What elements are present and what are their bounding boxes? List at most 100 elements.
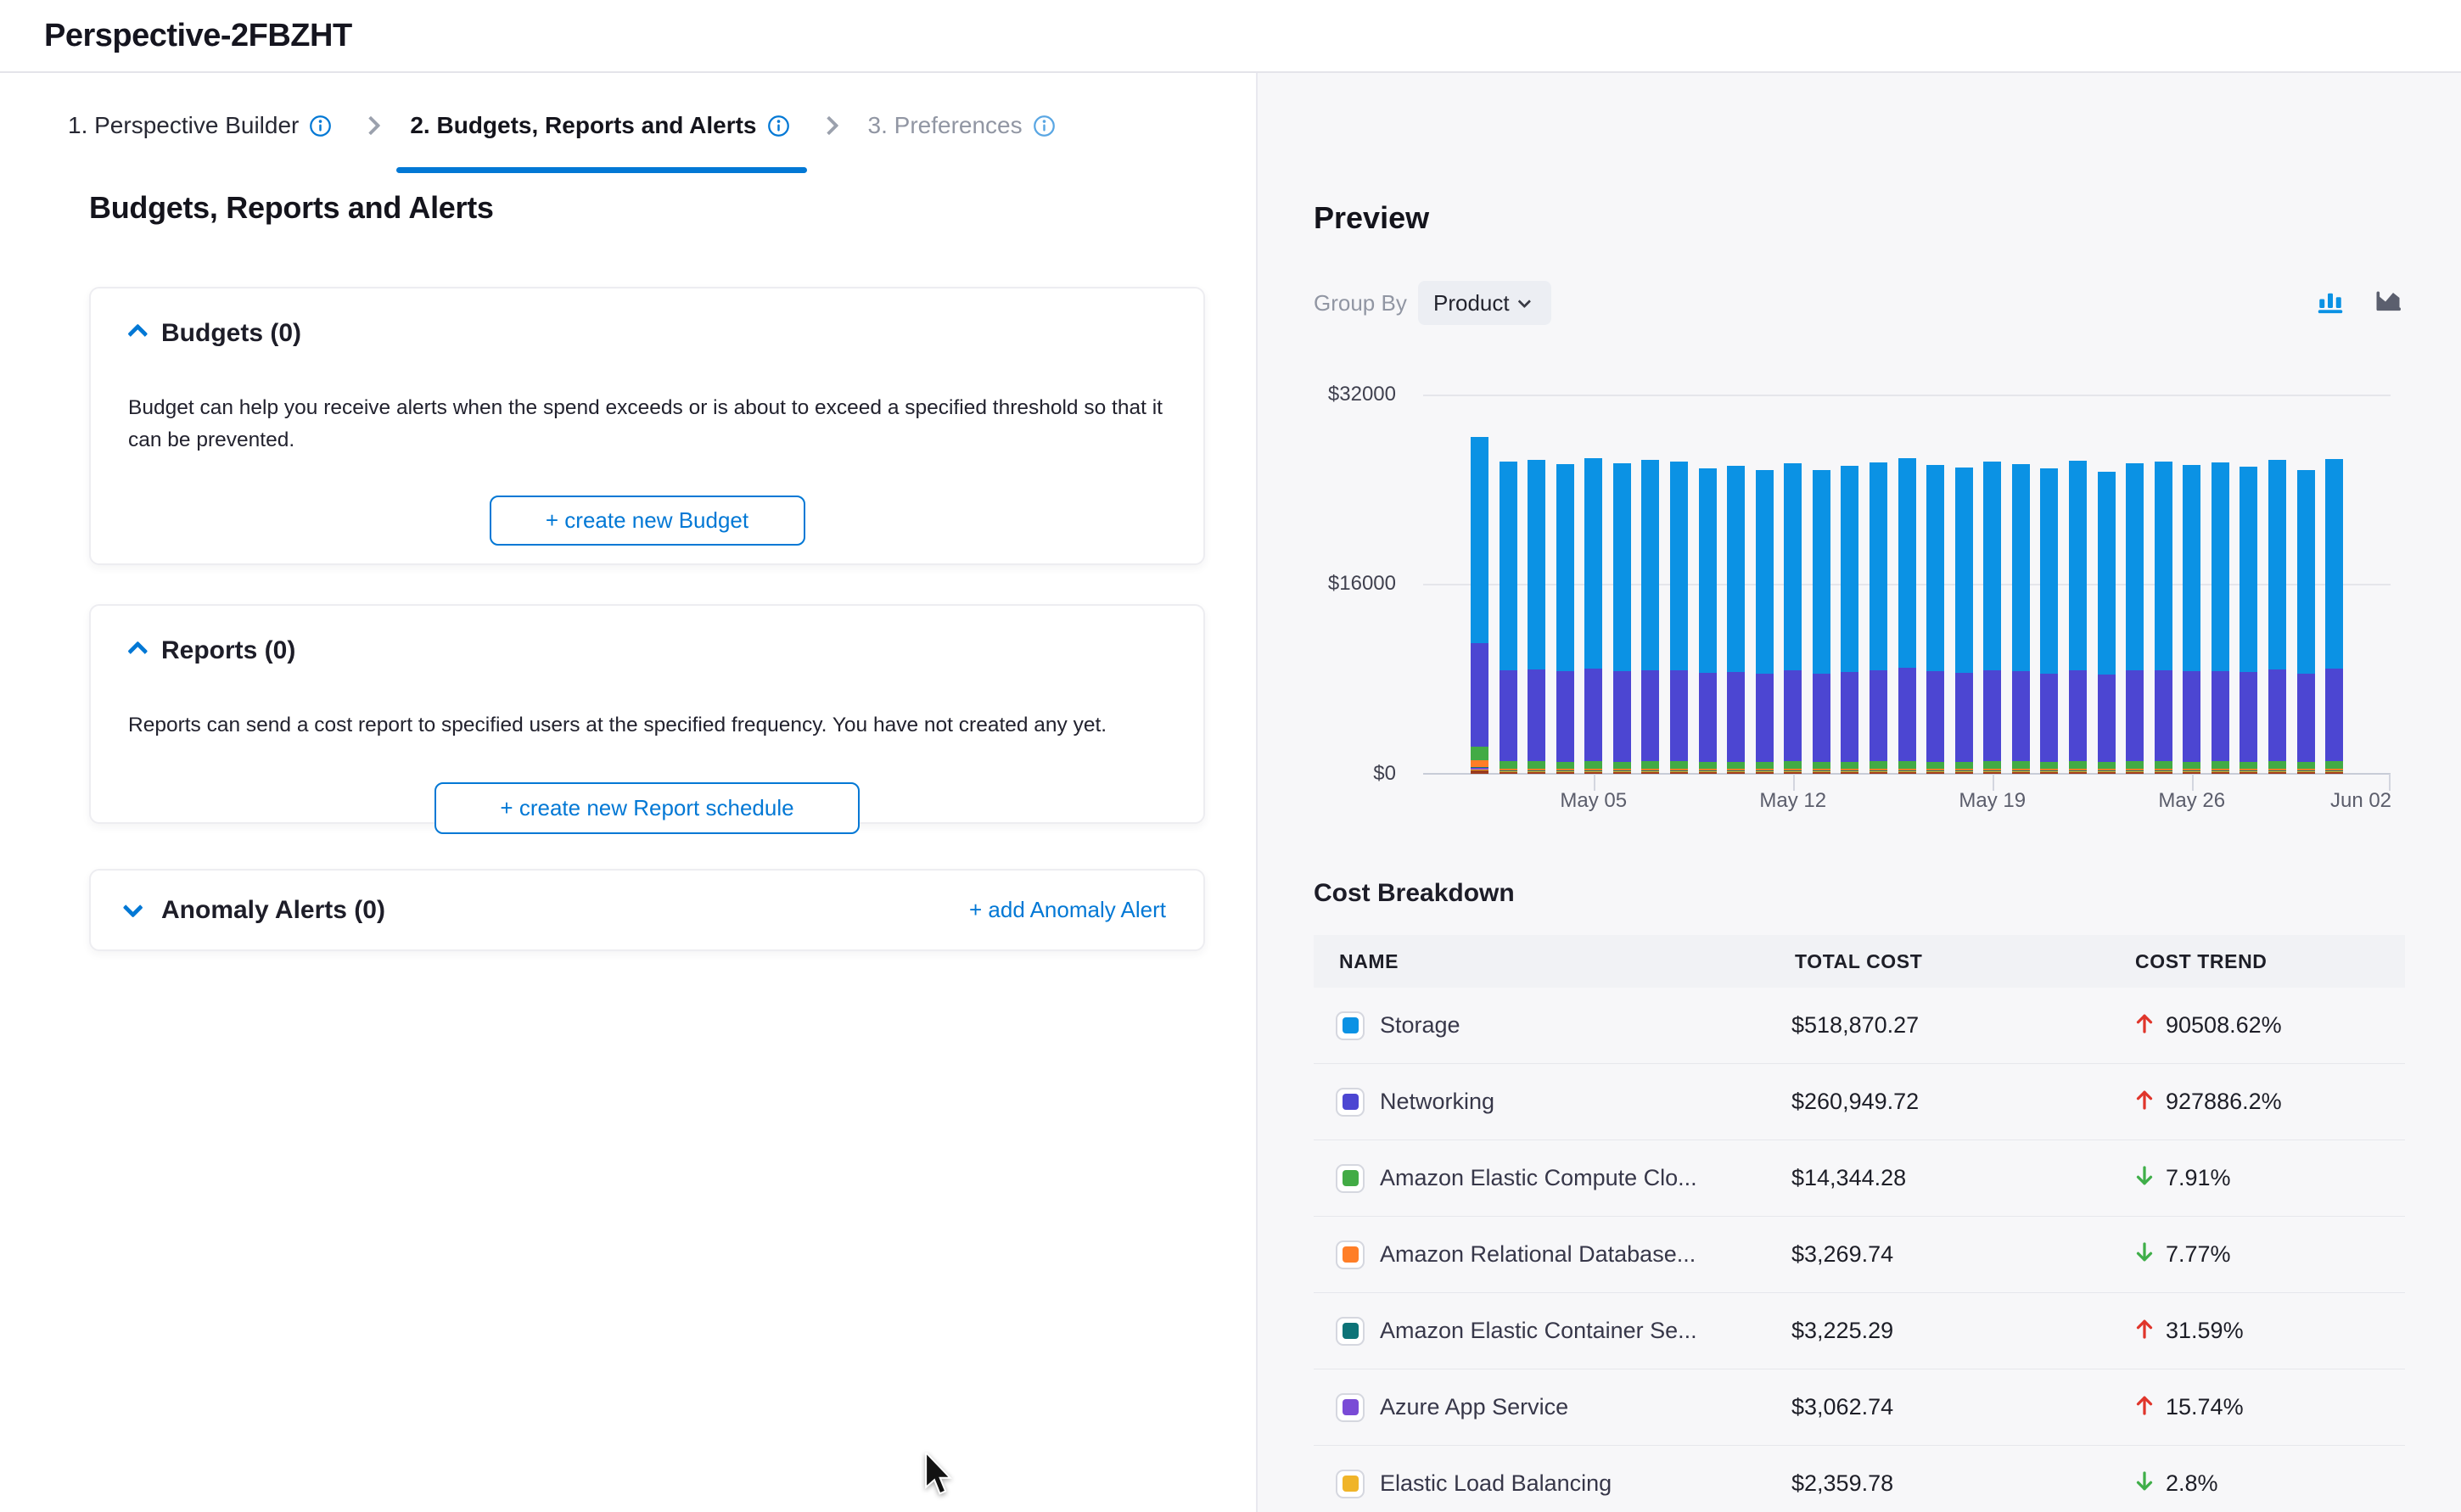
chart-bar[interactable] (2069, 461, 2087, 774)
stacked-bar-chart: May 05May 12May 19May 26Jun 02 (1423, 395, 2391, 774)
bar-segment (1471, 437, 1488, 643)
active-tab-underline (396, 167, 806, 173)
chart-bar[interactable] (1471, 437, 1488, 774)
table-row[interactable]: Amazon Elastic Compute Clo... $14,344.28… (1314, 1140, 2405, 1217)
bar-segment (1983, 670, 2001, 762)
y-axis-label-32000: $32000 (1294, 383, 1396, 406)
chart-bar[interactable] (1784, 463, 1802, 774)
bar-segment (1756, 772, 1774, 774)
x-axis-label: Jun 02 (2293, 789, 2429, 813)
bar-segment (1841, 672, 1858, 762)
bar-segment (1528, 460, 1545, 669)
bar-segment (1870, 761, 1887, 769)
bar-segment (1500, 462, 1517, 670)
chart-bar[interactable] (1955, 468, 1973, 774)
bar-segment (2268, 669, 2286, 761)
chart-bar[interactable] (1870, 462, 1887, 774)
collapse-chevron-up-icon[interactable] (127, 641, 148, 661)
chart-bar[interactable] (1841, 466, 1858, 774)
chart-bar[interactable] (1727, 466, 1745, 774)
table-row[interactable]: Networking $260,949.72 927886.2% (1314, 1064, 2405, 1140)
chart-bar[interactable] (2012, 464, 2030, 774)
chart-bar[interactable] (1926, 465, 1944, 774)
chevron-down-icon (1517, 294, 1531, 308)
trend-percent: 90508.62% (2166, 1012, 2282, 1039)
table-row[interactable]: Storage $518,870.27 90508.62% (1314, 988, 2405, 1064)
bar-segment (2325, 669, 2343, 761)
product-name: Elastic Load Balancing (1380, 1470, 1612, 1497)
bar-segment (1870, 462, 1887, 670)
create-report-button[interactable]: + create new Report schedule (434, 782, 860, 834)
table-row[interactable]: Amazon Elastic Container Se... $3,225.29… (1314, 1293, 2405, 1369)
product-name: Amazon Elastic Container Se... (1380, 1318, 1697, 1344)
bar-segment (2212, 772, 2229, 774)
chart-bar[interactable] (1813, 470, 1830, 774)
chart-bar[interactable] (2183, 465, 2200, 774)
chart-bar[interactable] (2126, 463, 2144, 774)
table-row[interactable]: Amazon Relational Database... $3,269.74 … (1314, 1217, 2405, 1293)
tab-preferences[interactable]: 3. Preferences (868, 112, 1056, 139)
chart-bar[interactable] (1528, 460, 1545, 774)
chart-bar[interactable] (1613, 463, 1631, 774)
cost-trend-value: 7.91% (2132, 1163, 2405, 1193)
collapse-chevron-up-icon[interactable] (127, 323, 148, 344)
chart-bar[interactable] (2212, 462, 2229, 774)
mouse-cursor (922, 1453, 956, 1497)
trend-arrow-icon (2132, 1163, 2157, 1193)
chart-bar[interactable] (1641, 460, 1659, 774)
column-chart-icon[interactable] (2313, 283, 2347, 317)
chart-bar[interactable] (2098, 472, 2116, 774)
chart-bar[interactable] (1584, 458, 1602, 774)
trend-arrow-icon (2132, 1392, 2157, 1422)
tab-budgets-reports-alerts[interactable]: 2. Budgets, Reports and Alerts (410, 112, 789, 139)
budgets-card-title[interactable]: Budgets (0) (161, 319, 301, 348)
total-cost-value: $2,359.78 (1791, 1470, 2132, 1497)
trend-arrow-icon (2132, 1316, 2157, 1346)
chevron-right-icon (362, 116, 381, 136)
bar-segment (2325, 761, 2343, 769)
bar-segment (2325, 772, 2343, 774)
chart-bar[interactable] (1670, 462, 1688, 774)
chart-bar[interactable] (2325, 459, 2343, 774)
chart-bar[interactable] (1556, 464, 1574, 774)
bar-segment (2126, 463, 2144, 670)
bar-segment (1641, 761, 1659, 769)
y-axis-label-16000: $16000 (1294, 572, 1396, 596)
chart-bar[interactable] (1756, 470, 1774, 774)
chart-bar[interactable] (1898, 458, 1916, 774)
anomaly-card-title[interactable]: Anomaly Alerts (0) (161, 896, 385, 925)
bar-segment (1784, 761, 1802, 769)
create-budget-button[interactable]: + create new Budget (490, 496, 805, 546)
reports-card-title[interactable]: Reports (0) (161, 636, 295, 665)
bar-segment (2040, 762, 2058, 769)
bar-segment (2155, 462, 2172, 670)
area-chart-icon[interactable] (2371, 283, 2405, 317)
bar-segment (2268, 772, 2286, 774)
table-row[interactable]: Azure App Service $3,062.74 15.74% (1314, 1369, 2405, 1446)
bar-segment (2240, 672, 2257, 761)
chart-bar[interactable] (2297, 470, 2315, 774)
product-name: Amazon Relational Database... (1380, 1241, 1696, 1268)
chart-bar[interactable] (2155, 462, 2172, 774)
bar-segment (1727, 762, 1745, 770)
bar-segment (1641, 460, 1659, 669)
chart-bar[interactable] (2240, 467, 2257, 774)
bar-segment (2297, 470, 2315, 674)
bar-segment (1898, 772, 1916, 774)
chart-bar[interactable] (2268, 460, 2286, 774)
bar-segment (2069, 761, 2087, 769)
bar-segment (1841, 466, 1858, 672)
bar-segment (1841, 772, 1858, 774)
chart-bar[interactable] (1500, 462, 1517, 774)
tab-perspective-builder[interactable]: 1. Perspective Builder (68, 112, 332, 139)
total-cost-value: $3,225.29 (1791, 1318, 2132, 1344)
chart-bar[interactable] (1699, 468, 1717, 774)
add-anomaly-alert-link[interactable]: + add Anomaly Alert (969, 897, 1166, 923)
collapse-chevron-down-icon[interactable] (123, 898, 143, 918)
chart-bar[interactable] (1983, 462, 2001, 774)
bar-segment (1870, 670, 1887, 762)
table-row[interactable]: Elastic Load Balancing $2,359.78 2.8% (1314, 1446, 2405, 1512)
bar-segment (2098, 762, 2116, 769)
chart-bar[interactable] (2040, 468, 2058, 774)
group-by-dropdown[interactable]: Product (1418, 281, 1551, 325)
